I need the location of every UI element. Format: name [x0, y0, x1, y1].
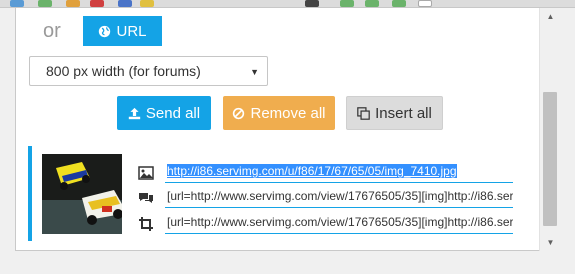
url-tab[interactable]: URL — [83, 16, 162, 46]
toolbar-icon — [66, 0, 80, 7]
remove-all-label: Remove all — [250, 104, 326, 122]
window-bottom — [0, 251, 575, 274]
toolbar-icon — [365, 0, 379, 7]
toolbar-icon — [38, 0, 52, 7]
toolbar-icon — [140, 0, 154, 7]
image-icon — [138, 165, 154, 181]
toolbar-icon — [90, 0, 104, 7]
chevron-down-icon: ▼ — [250, 67, 259, 77]
scroll-down-arrow-icon[interactable]: ▼ — [540, 234, 561, 251]
uploaded-image-item: http://i86.servimg.com/u/f86/17/67/65/05… — [28, 146, 531, 241]
upload-icon — [128, 107, 141, 119]
scrollbar-thumb[interactable] — [543, 92, 557, 226]
size-select-value: 800 px width (for forums) — [46, 63, 201, 79]
vertical-scrollbar[interactable]: ▲ ▼ — [539, 8, 560, 251]
copy-icon — [357, 106, 370, 120]
send-all-button[interactable]: Send all — [117, 96, 211, 130]
toolbar-icon — [118, 0, 132, 7]
direct-link-field[interactable]: http://i86.servimg.com/u/f86/17/67/65/05… — [165, 161, 513, 183]
or-label: or — [43, 20, 61, 42]
browser-toolbar-strip — [0, 0, 575, 8]
bbcode-thumb-field[interactable]: [url=http://www.servimg.com/view/1767650… — [165, 212, 513, 234]
toolbar-icon — [340, 0, 354, 7]
toolbar-icon — [305, 0, 319, 7]
toolbar-icon — [392, 0, 406, 7]
scroll-up-arrow-icon[interactable]: ▲ — [540, 8, 561, 25]
remove-all-button[interactable]: Remove all — [223, 96, 335, 130]
direct-link-text: http://i86.servimg.com/u/f86/17/67/65/05… — [167, 164, 457, 178]
bbcode-link-field[interactable]: [url=http://www.servimg.com/view/1767650… — [165, 186, 513, 208]
upload-panel: or URL 800 px width (for forums) ▼ Send … — [15, 8, 560, 251]
globe-icon — [99, 25, 111, 37]
image-thumbnail[interactable] — [42, 154, 122, 234]
comments-icon — [138, 190, 154, 206]
toolbar-icon — [418, 0, 432, 7]
size-select[interactable]: 800 px width (for forums) ▼ — [29, 56, 268, 86]
bbcode-link-text: [url=http://www.servimg.com/view/1767650… — [167, 189, 513, 203]
send-all-label: Send all — [145, 104, 201, 122]
crop-icon — [138, 216, 154, 232]
ban-icon — [233, 107, 245, 119]
insert-all-label: Insert all — [375, 104, 432, 122]
url-tab-label: URL — [116, 22, 147, 40]
insert-all-button[interactable]: Insert all — [346, 96, 443, 130]
bbcode-thumb-text: [url=http://www.servimg.com/view/1767650… — [167, 215, 513, 229]
toolbar-icon — [10, 0, 24, 7]
